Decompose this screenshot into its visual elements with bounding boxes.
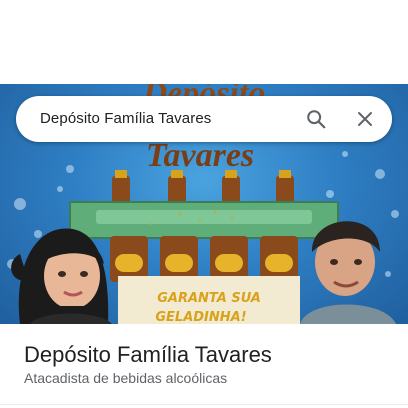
place-title: Depósito Família Tavares: [24, 342, 272, 367]
search-box[interactable]: Depósito Família Tavares: [16, 96, 392, 142]
search-input[interactable]: Depósito Família Tavares: [40, 110, 211, 127]
place-category: Atacadista de bebidas alcoólicas: [24, 370, 228, 386]
banner-name-text: Tavares: [146, 137, 254, 174]
slogan-line1: GARANTA SUA: [157, 291, 261, 306]
slogan-line2: GELADINHA!: [155, 310, 246, 324]
top-blank-area: [0, 0, 408, 84]
search-button[interactable]: [302, 105, 330, 133]
divider: [0, 404, 408, 405]
search-icon: [307, 110, 326, 129]
clear-search-button[interactable]: [351, 105, 379, 133]
woman-avatar-illustration: [11, 228, 112, 324]
close-icon: [358, 112, 372, 126]
